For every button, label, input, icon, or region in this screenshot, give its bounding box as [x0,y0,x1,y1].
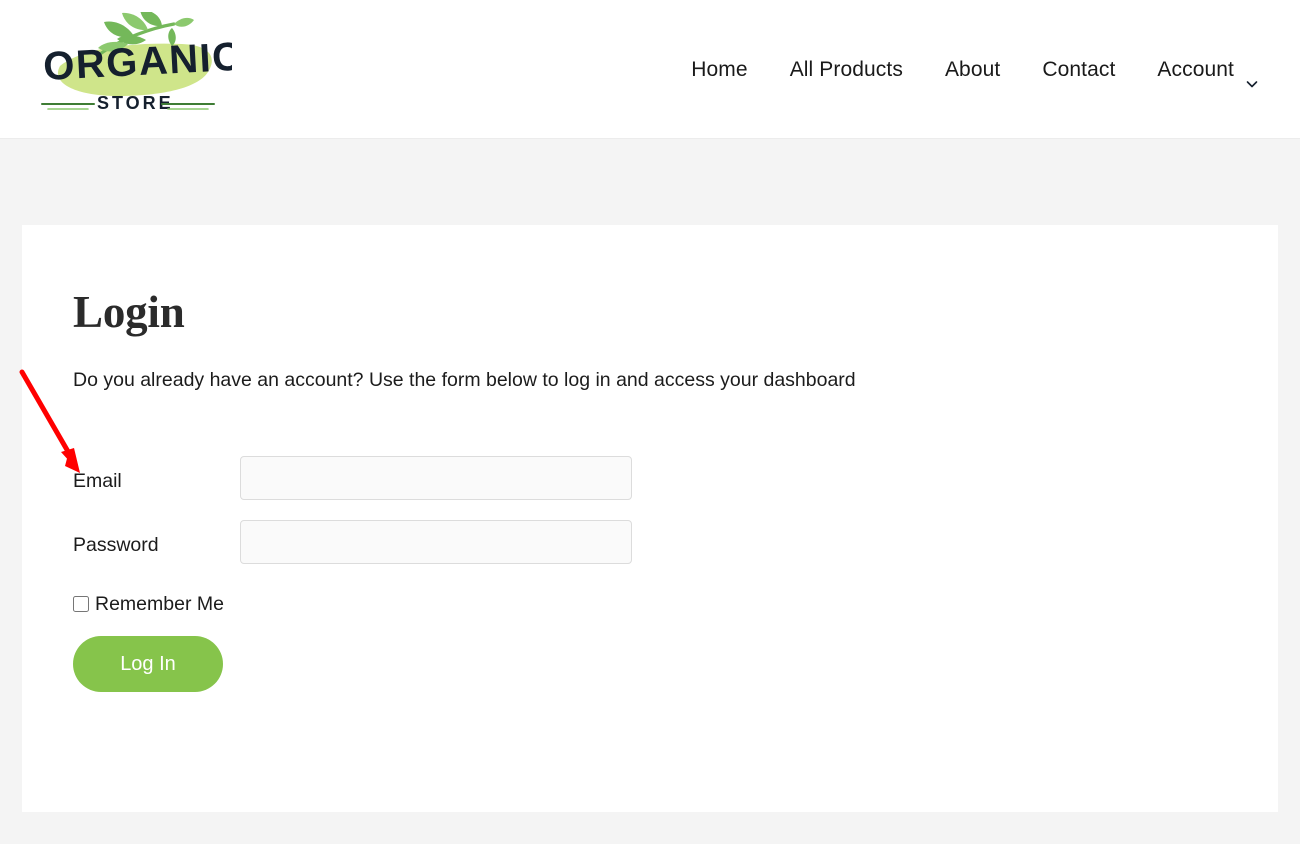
main-navigation: Home All Products About Contact Account [670,50,1276,90]
site-header: ORGANIC STORE Home All Products About Co… [0,0,1300,139]
nav-item-all-products[interactable]: All Products [769,50,924,90]
logo-graphic: ORGANIC STORE [41,12,232,113]
remember-me-label[interactable]: Remember Me [95,593,224,616]
login-card: Login Do you already have an account? Us… [22,225,1278,812]
organic-store-logo[interactable]: ORGANIC STORE [22,12,232,118]
svg-text:ORGANIC: ORGANIC [42,35,232,89]
email-label: Email [73,470,122,492]
form-row-email: Email [73,455,693,519]
password-field[interactable] [240,520,632,564]
page-title: Login [73,287,185,337]
nav-item-contact[interactable]: Contact [1021,50,1136,90]
log-in-button[interactable]: Log In [73,636,223,692]
remember-me-checkbox[interactable] [73,596,89,612]
remember-me-row: Remember Me [73,589,693,619]
email-field[interactable] [240,456,632,500]
chevron-down-icon [1246,64,1258,88]
nav-item-about[interactable]: About [924,50,1021,90]
page-background: Login Do you already have an account? Us… [0,139,1300,844]
form-row-password: Password [73,519,693,583]
nav-item-home[interactable]: Home [670,50,768,90]
nav-item-account-label: Account [1157,58,1234,81]
nav-item-account[interactable]: Account [1136,50,1276,90]
login-intro-text: Do you already have an account? Use the … [73,369,856,391]
password-label: Password [73,534,159,556]
login-form: Email Password Remember Me Log In [73,455,693,692]
